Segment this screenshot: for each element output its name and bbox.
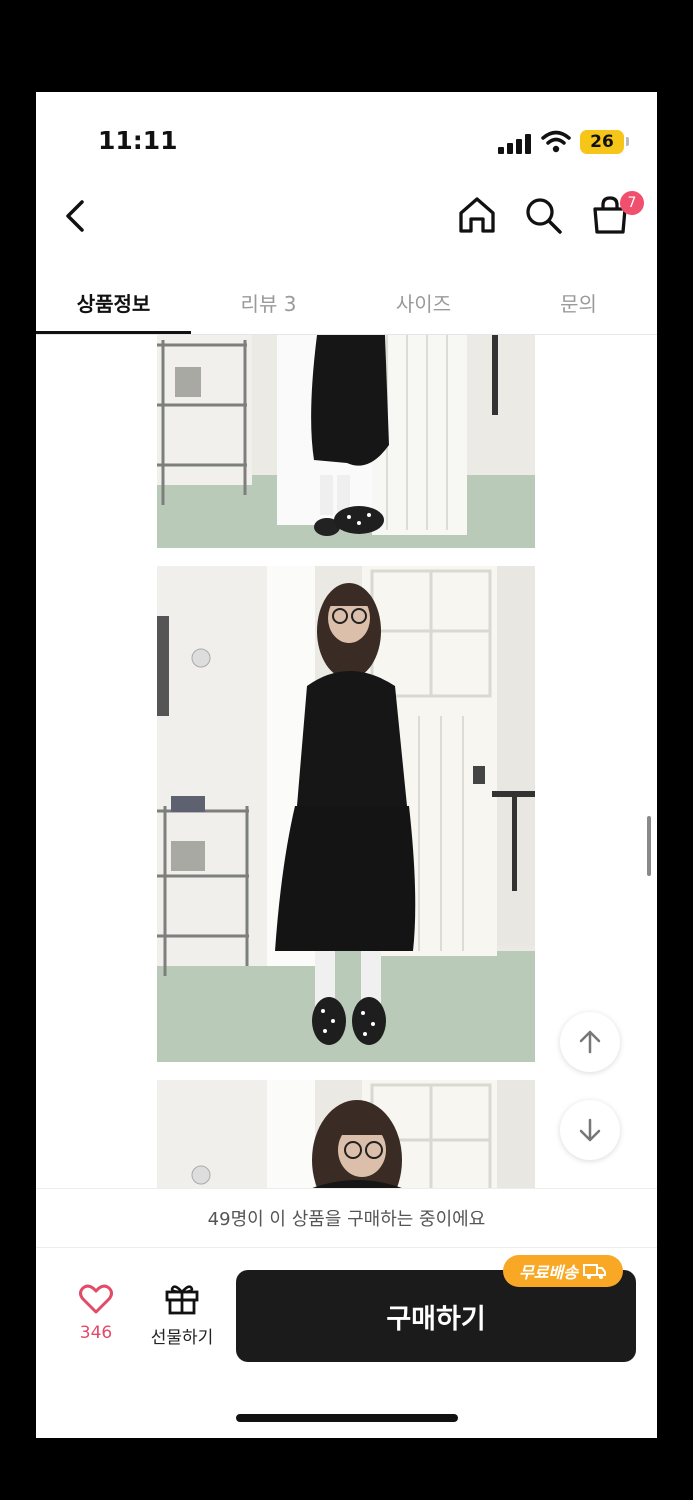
- tab-bar: 상품정보 리뷰 3 사이즈 문의: [36, 272, 657, 335]
- scroll-to-top-button[interactable]: [560, 1012, 620, 1072]
- product-photo: [157, 1080, 535, 1190]
- cart-count-badge: 7: [620, 191, 644, 215]
- product-photo: [157, 566, 535, 1062]
- gift-label: 선물하기: [150, 1328, 214, 1348]
- battery-nub: [626, 137, 629, 146]
- buyers-notice: 49명이 이 상품을 구매하는 중이에요: [36, 1189, 657, 1248]
- back-arrow-icon[interactable]: [58, 196, 92, 236]
- truck-icon: [582, 1264, 606, 1279]
- gift-button[interactable]: 선물하기: [140, 1281, 224, 1351]
- arrow-down-icon: [579, 1118, 601, 1142]
- battery-indicator: 26: [580, 130, 624, 154]
- wifi-icon: [541, 130, 571, 153]
- app-screen: 11:11 26 7 상품정보 리뷰 3 사이즈 문의 49명이 이 상품을 구…: [36, 92, 657, 1438]
- search-icon[interactable]: [522, 194, 564, 236]
- tab-size[interactable]: 사이즈: [346, 272, 501, 332]
- purchase-bar: 49명이 이 상품을 구매하는 중이에요 346 선물하기 구매하기 무료배송: [36, 1188, 657, 1438]
- tab-product-info[interactable]: 상품정보: [36, 272, 191, 332]
- arrow-up-icon: [579, 1030, 601, 1054]
- active-tab-indicator: [36, 331, 191, 334]
- tab-inquiry[interactable]: 문의: [501, 272, 656, 332]
- like-count: 346: [79, 1323, 113, 1343]
- home-icon[interactable]: [456, 194, 498, 236]
- status-bar: 11:11 26: [36, 92, 657, 192]
- scrollbar[interactable]: [647, 816, 651, 876]
- heart-icon: [79, 1284, 113, 1314]
- product-photo: [157, 335, 535, 548]
- home-indicator[interactable]: [236, 1414, 458, 1422]
- scroll-to-bottom-button[interactable]: [560, 1100, 620, 1160]
- top-nav: [36, 192, 657, 262]
- status-time: 11:11: [98, 126, 178, 155]
- free-shipping-badge: 무료배송: [503, 1255, 623, 1287]
- like-button[interactable]: 346: [74, 1283, 118, 1351]
- free-shipping-label: 무료배송: [519, 1263, 578, 1282]
- gift-icon: [165, 1285, 199, 1315]
- tab-reviews[interactable]: 리뷰 3: [191, 272, 346, 332]
- signal-icon: [498, 134, 531, 154]
